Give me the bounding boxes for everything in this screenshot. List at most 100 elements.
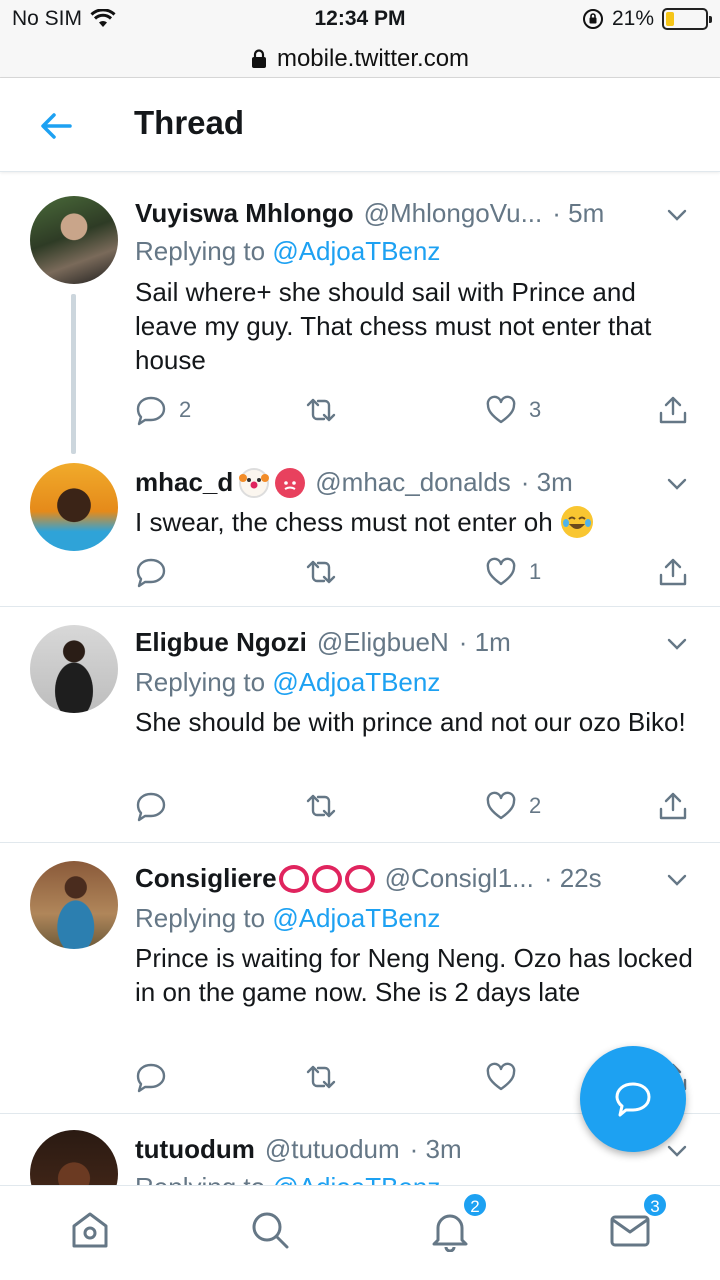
tears-of-joy-emoji-icon	[560, 506, 593, 538]
mention-link[interactable]: @AdjoaTBenz	[272, 903, 440, 933]
avatar[interactable]	[30, 463, 118, 551]
author-handle[interactable]: @MhlongoVu...	[364, 198, 543, 229]
chevron-down-icon[interactable]	[664, 202, 690, 228]
author-name[interactable]: mhac_d	[135, 467, 233, 498]
thread-feed[interactable]: Vuyiswa Mhlongo @MhlongoVu... · 5m Reply…	[0, 172, 720, 1185]
status-bar: No SIM 12:34 PM 21%	[0, 0, 720, 40]
tweet[interactable]: Eligbue Ngozi @EligbueN · 1m Replying to…	[0, 607, 720, 843]
like-count: 2	[529, 793, 542, 818]
author-handle[interactable]: @mhac_donalds	[315, 467, 511, 498]
share-button[interactable]	[657, 556, 689, 588]
tweet-time: · 22s	[543, 863, 602, 893]
like-button[interactable]: 3	[485, 394, 541, 426]
red-circles-icon	[278, 864, 375, 893]
tweet-text: Sail where+ she should sail with Prince …	[135, 277, 652, 375]
author-name[interactable]: Vuyiswa Mhlongo	[135, 198, 354, 229]
battery-icon	[662, 8, 712, 30]
reply-bubble-icon	[615, 1082, 651, 1117]
reply-button[interactable]: 2	[135, 394, 191, 426]
author-name[interactable]: Consigliere	[135, 863, 277, 894]
tweet-text: Prince is waiting for Neng Neng. Ozo has…	[135, 943, 693, 1007]
devil-emoji-icon	[275, 467, 306, 498]
notifications-tab[interactable]: 2	[428, 1192, 488, 1253]
battery-percent: 21%	[611, 7, 654, 30]
lock-icon	[251, 48, 266, 68]
clown-emoji-icon	[239, 467, 270, 498]
avatar[interactable]	[30, 196, 118, 284]
like-button[interactable]: 2	[485, 790, 541, 822]
share-icon	[659, 558, 687, 586]
heart-icon	[486, 791, 516, 820]
orientation-lock-icon	[582, 9, 603, 29]
tweet-text: She should be with prince and not our oz…	[135, 707, 686, 737]
messages-badge: 3	[642, 1192, 668, 1218]
like-button[interactable]: 1	[485, 556, 541, 588]
address-bar[interactable]: mobile.twitter.com	[0, 40, 720, 78]
reply-button[interactable]	[135, 1061, 179, 1093]
tweet[interactable]: Vuyiswa Mhlongo @MhlongoVu... · 5m Reply…	[0, 172, 720, 454]
share-button[interactable]	[657, 790, 689, 822]
heart-icon	[486, 395, 516, 424]
tweet-time: · 3m	[409, 1134, 462, 1164]
tweet-time: · 5m	[552, 198, 605, 228]
reply-icon	[136, 558, 166, 588]
reply-icon	[136, 396, 166, 426]
author-handle[interactable]: @EligbueN	[317, 627, 449, 658]
compose-reply-button[interactable]	[580, 1046, 686, 1152]
tweet-time: · 1m	[458, 627, 511, 657]
tweet-actions: 2 3	[135, 394, 695, 430]
heart-icon	[486, 1062, 516, 1091]
retweet-button[interactable]	[305, 556, 349, 588]
avatar[interactable]	[30, 861, 118, 949]
like-count: 3	[529, 397, 542, 422]
search-icon[interactable]	[248, 1208, 292, 1252]
chevron-down-icon[interactable]	[664, 867, 690, 893]
tweet-time: · 3m	[520, 467, 573, 497]
bottom-nav: 2 3	[0, 1185, 720, 1280]
share-icon	[659, 396, 687, 424]
avatar[interactable]	[30, 625, 118, 713]
reply-icon	[136, 1063, 166, 1093]
mention-link[interactable]: @AdjoaTBenz	[272, 667, 440, 697]
retweet-button[interactable]	[305, 790, 349, 822]
replying-to: Replying to @AdjoaTBenz	[135, 1172, 440, 1185]
reply-count: 2	[179, 397, 192, 422]
reply-button[interactable]	[135, 790, 179, 822]
mention-link[interactable]: @AdjoaTBenz	[272, 1172, 440, 1185]
notifications-badge: 2	[462, 1192, 488, 1218]
url-text: mobile.twitter.com	[276, 44, 470, 72]
replying-to: Replying to @AdjoaTBenz	[135, 667, 441, 697]
home-icon[interactable]	[68, 1208, 112, 1252]
replying-to: Replying to @AdjoaTBenz	[135, 903, 441, 933]
retweet-icon	[306, 794, 336, 818]
share-button[interactable]	[657, 394, 689, 426]
author-handle[interactable]: @Consigl1...	[385, 863, 534, 894]
tweet-actions: 2	[135, 790, 695, 826]
retweet-button[interactable]	[305, 1061, 349, 1093]
chevron-down-icon[interactable]	[664, 1138, 690, 1164]
author-name[interactable]: tutuodum	[135, 1134, 255, 1165]
like-count: 1	[529, 559, 542, 584]
reply-button[interactable]	[135, 556, 179, 588]
retweet-icon	[306, 560, 336, 584]
chevron-down-icon[interactable]	[664, 471, 690, 497]
share-icon	[659, 792, 687, 820]
retweet-button[interactable]	[305, 394, 349, 426]
avatar[interactable]	[30, 1130, 118, 1185]
messages-tab[interactable]: 3	[608, 1192, 668, 1252]
like-button[interactable]	[485, 1061, 529, 1093]
tweet-actions: 1	[135, 556, 695, 592]
retweet-icon	[306, 398, 336, 422]
reply-icon	[136, 792, 166, 822]
page-title: Thread	[134, 104, 245, 141]
thread-connector	[71, 294, 76, 454]
retweet-icon	[306, 1065, 336, 1089]
heart-icon	[486, 557, 516, 586]
thread-header: Thread	[0, 78, 720, 172]
mention-link[interactable]: @AdjoaTBenz	[272, 236, 440, 266]
tweet[interactable]: mhac_d @mhac_donalds · 3m I swear, the c…	[0, 447, 720, 607]
back-arrow-icon[interactable]	[36, 106, 76, 146]
author-name[interactable]: Eligbue Ngozi	[135, 627, 307, 658]
chevron-down-icon[interactable]	[664, 631, 690, 657]
author-handle[interactable]: @tutuodum	[265, 1134, 400, 1165]
